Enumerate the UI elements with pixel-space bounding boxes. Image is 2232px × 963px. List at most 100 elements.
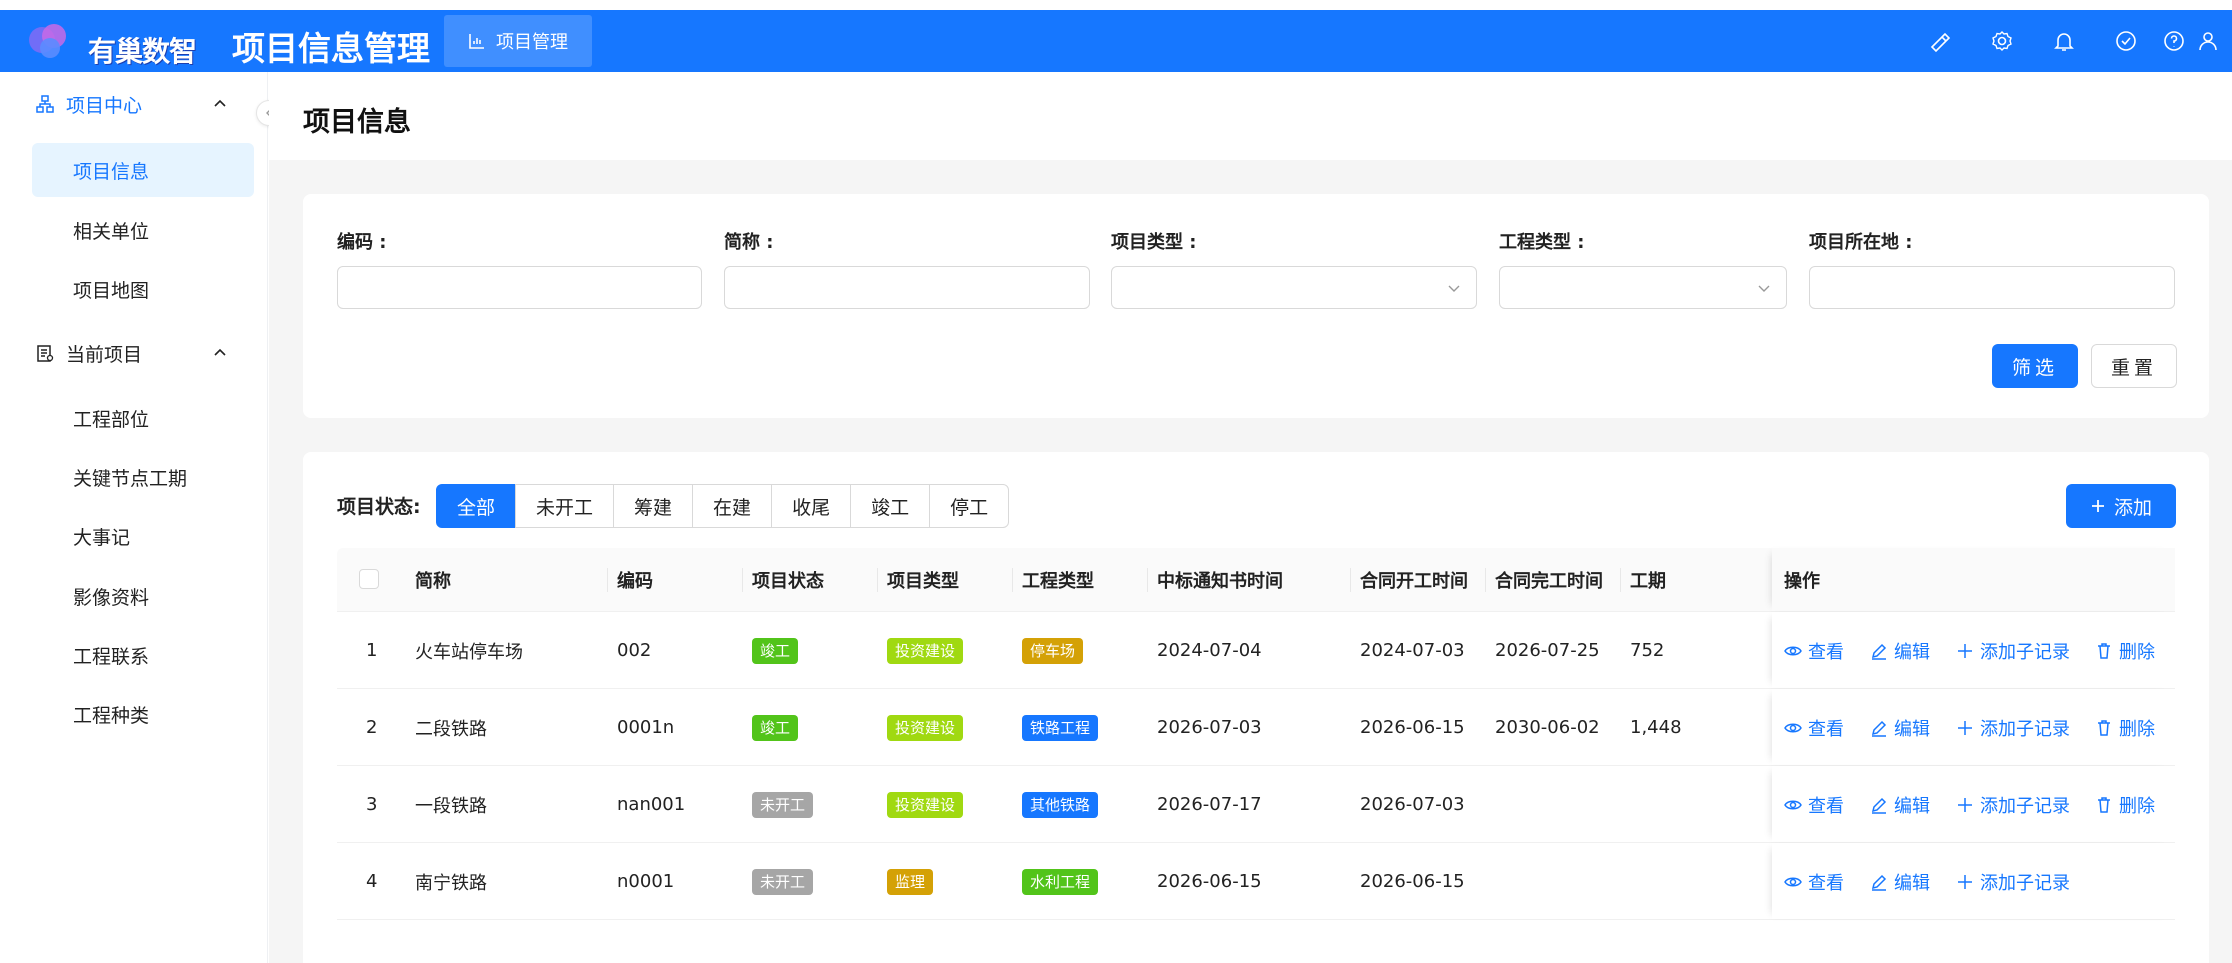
sidebar-item-engineering-parts[interactable]: 工程部位 bbox=[32, 391, 254, 445]
main-content: 项目信息 编码 : 简称 : 项目类型 : 工程类型 : 项目所在地 : 筛选 … bbox=[269, 72, 2232, 963]
user-icon[interactable] bbox=[2196, 29, 2220, 53]
delete-action[interactable]: 删除 bbox=[2095, 689, 2155, 766]
fixed-actions-header: 操作 bbox=[1772, 548, 2175, 611]
fixed-actions-cell: 查看 编辑 添加子记录 删除 bbox=[1772, 766, 2175, 842]
add-child-action[interactable]: 添加子记录 bbox=[1956, 843, 2070, 920]
status-option-all[interactable]: 全部 bbox=[436, 484, 517, 528]
view-action[interactable]: 查看 bbox=[1784, 689, 1844, 766]
table-row: 2 二段铁路 0001n 竣工 投资建设 铁路工程 2026-07-03 2026-06-15… bbox=[337, 689, 2175, 766]
col-end-date[interactable]: 合同完工时间 bbox=[1495, 548, 1603, 612]
add-child-label: 添加子记录 bbox=[1980, 641, 2070, 663]
cell-code: 002 bbox=[617, 640, 652, 661]
cell-start-date: 2026-06-15 bbox=[1360, 717, 1465, 738]
delete-action[interactable]: 删除 bbox=[2095, 612, 2155, 689]
eye-icon bbox=[1784, 800, 1802, 809]
status-option-preparing[interactable]: 筹建 bbox=[613, 484, 694, 528]
add-button[interactable]: 添加 bbox=[2066, 484, 2176, 528]
sidebar-item-project-map[interactable]: 项目地图 bbox=[32, 262, 254, 316]
project-type-select[interactable] bbox=[1111, 266, 1477, 309]
col-short-name[interactable]: 简称 bbox=[415, 548, 451, 612]
delete-action[interactable]: 删除 bbox=[2095, 766, 2155, 843]
status-option-in-progress[interactable]: 在建 bbox=[692, 484, 773, 528]
cell-start-date: 2024-07-03 bbox=[1360, 640, 1465, 661]
edit-action[interactable]: 编辑 bbox=[1870, 766, 1930, 843]
eye-icon bbox=[1784, 877, 1802, 886]
col-code[interactable]: 编码 bbox=[617, 548, 653, 612]
delete-label: 删除 bbox=[2119, 718, 2155, 740]
engineering-type-select[interactable] bbox=[1499, 266, 1787, 309]
status-option-finishing[interactable]: 收尾 bbox=[771, 484, 852, 528]
edit-action[interactable]: 编辑 bbox=[1870, 689, 1930, 766]
sidebar-group-current-project[interactable]: 当前项目 bbox=[36, 333, 142, 373]
check-circle-icon[interactable] bbox=[2114, 29, 2138, 53]
engineering-type-badge: 停车场 bbox=[1022, 637, 1084, 664]
tab-label: 项目管理 bbox=[496, 32, 568, 53]
project-type-label: 项目类型 : bbox=[1111, 232, 1197, 253]
location-input[interactable] bbox=[1809, 266, 2175, 309]
add-child-action[interactable]: 添加子记录 bbox=[1956, 689, 2070, 766]
table-row: 1 火车站停车场 002 竣工 投资建设 停车场 2024-07-04 2024-07-03 2… bbox=[337, 612, 2175, 689]
add-child-action[interactable]: 添加子记录 bbox=[1956, 766, 2070, 843]
cell-bid-date: 2026-07-17 bbox=[1157, 794, 1262, 815]
chevron-up-icon[interactable] bbox=[212, 345, 228, 361]
col-period[interactable]: 工期 bbox=[1630, 548, 1666, 612]
col-divider bbox=[1147, 568, 1148, 592]
sidebar-item-media[interactable]: 影像资料 bbox=[32, 569, 254, 623]
select-all-checkbox[interactable] bbox=[359, 569, 379, 589]
engineering-type-label: 工程类型 : bbox=[1499, 232, 1585, 253]
view-label: 查看 bbox=[1808, 641, 1844, 663]
col-project-type[interactable]: 项目类型 bbox=[887, 548, 959, 612]
filter-button[interactable]: 筛选 bbox=[1992, 344, 2078, 388]
row-index: 1 bbox=[366, 640, 378, 661]
status-option-suspended[interactable]: 停工 bbox=[929, 484, 1010, 528]
sidebar-item-related-units[interactable]: 相关单位 bbox=[32, 203, 254, 257]
sidebar-group-label: 项目中心 bbox=[66, 94, 143, 117]
col-status[interactable]: 项目状态 bbox=[752, 548, 824, 612]
cell-short-name: 二段铁路 bbox=[415, 718, 487, 740]
cell-end-date: 2030-06-02 bbox=[1495, 717, 1600, 738]
edit-action[interactable]: 编辑 bbox=[1870, 843, 1930, 920]
col-divider bbox=[742, 568, 743, 592]
edit-action[interactable]: 编辑 bbox=[1870, 612, 1930, 689]
col-start-date[interactable]: 合同开工时间 bbox=[1360, 548, 1468, 612]
view-action[interactable]: 查看 bbox=[1784, 612, 1844, 689]
reset-button[interactable]: 重置 bbox=[2091, 344, 2177, 388]
view-action[interactable]: 查看 bbox=[1784, 843, 1844, 920]
row-index: 4 bbox=[366, 871, 378, 892]
tab-project-management[interactable]: 项目管理 bbox=[444, 15, 592, 67]
project-type-badge: 投资建设 bbox=[887, 714, 964, 741]
view-action[interactable]: 查看 bbox=[1784, 766, 1844, 843]
cell-short-name: 火车站停车场 bbox=[415, 641, 523, 663]
edit-icon bbox=[1871, 874, 1887, 891]
short-name-input[interactable] bbox=[724, 266, 1090, 309]
status-option-completed[interactable]: 竣工 bbox=[850, 484, 931, 528]
sidebar-item-contacts[interactable]: 工程联系 bbox=[32, 628, 254, 682]
sidebar-item-key-milestones[interactable]: 关键节点工期 bbox=[32, 450, 254, 504]
edit-label: 编辑 bbox=[1894, 872, 1930, 894]
edit-label: 编辑 bbox=[1894, 795, 1930, 817]
sidebar-item-events[interactable]: 大事记 bbox=[32, 509, 254, 563]
view-label: 查看 bbox=[1808, 795, 1844, 817]
code-input[interactable] bbox=[337, 266, 702, 309]
col-divider bbox=[607, 568, 608, 592]
chevron-up-icon[interactable] bbox=[212, 96, 228, 112]
col-engineering-type[interactable]: 工程类型 bbox=[1022, 548, 1094, 612]
eye-icon bbox=[1784, 723, 1802, 732]
col-divider bbox=[1620, 568, 1621, 592]
sidebar: 项目中心 项目信息 相关单位 项目地图 当前项目 工程部位 关键节点工期 大事记… bbox=[0, 72, 268, 963]
status-badge: 未开工 bbox=[752, 868, 814, 895]
logo-icon bbox=[29, 24, 66, 58]
help-icon[interactable] bbox=[2162, 29, 2186, 53]
status-option-not-started[interactable]: 未开工 bbox=[515, 484, 615, 528]
col-divider bbox=[1350, 568, 1351, 592]
add-child-action[interactable]: 添加子记录 bbox=[1956, 612, 2070, 689]
sidebar-item-project-info[interactable]: 项目信息 bbox=[32, 143, 254, 197]
cell-short-name: 一段铁路 bbox=[415, 795, 487, 817]
sidebar-item-types[interactable]: 工程种类 bbox=[32, 687, 254, 741]
sidebar-group-project-center[interactable]: 项目中心 bbox=[36, 84, 142, 124]
brush-icon[interactable] bbox=[1928, 29, 1952, 53]
col-bid-date[interactable]: 中标通知书时间 bbox=[1157, 548, 1283, 612]
gear-icon[interactable] bbox=[1990, 29, 2014, 53]
bell-icon[interactable] bbox=[2052, 29, 2076, 53]
col-divider bbox=[1012, 568, 1013, 592]
